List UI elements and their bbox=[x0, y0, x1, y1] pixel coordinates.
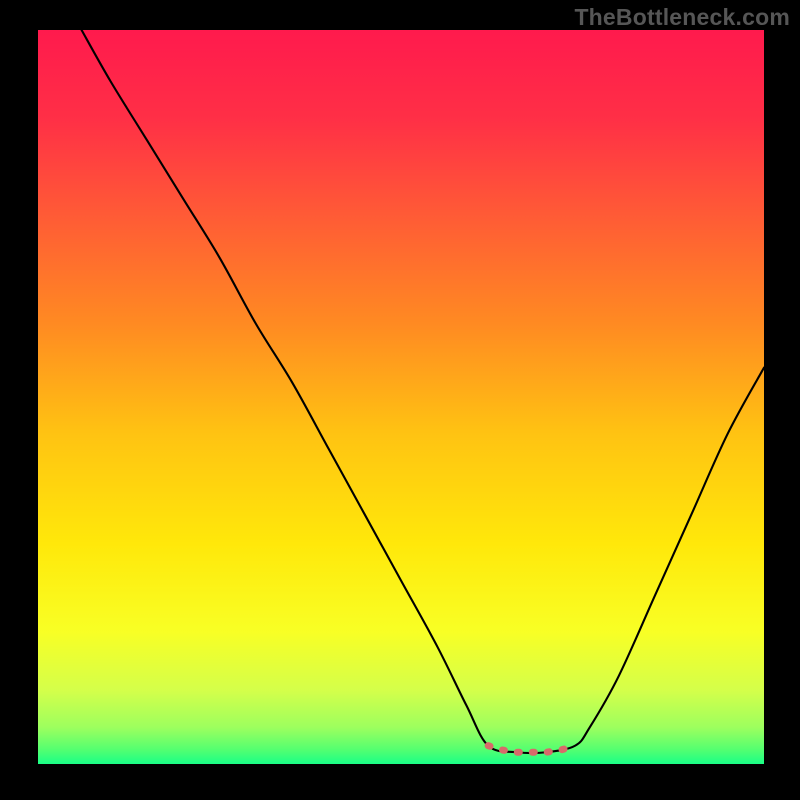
chart-stage: TheBottleneck.com bbox=[0, 0, 800, 800]
plot-area bbox=[38, 30, 764, 764]
watermark-text: TheBottleneck.com bbox=[574, 4, 790, 31]
valley-dots bbox=[488, 746, 575, 753]
bottleneck-curve bbox=[82, 30, 764, 753]
curve-overlay bbox=[38, 30, 764, 764]
